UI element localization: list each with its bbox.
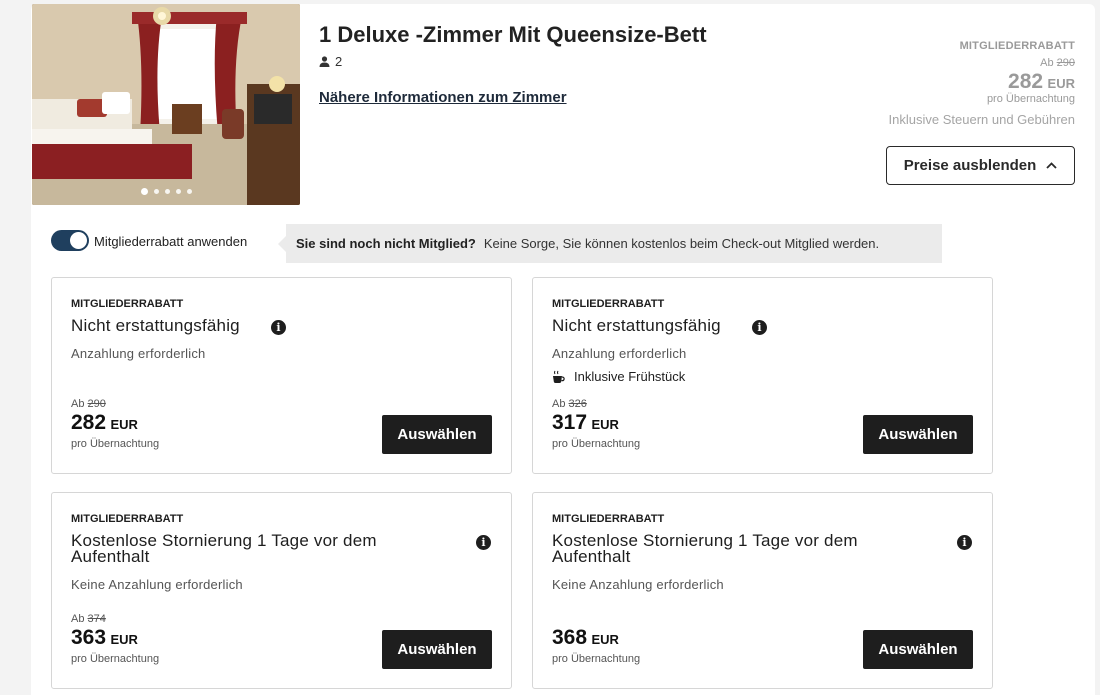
photo-dot[interactable]	[164, 189, 170, 194]
rate-from-price: Ab 374	[71, 613, 106, 625]
from-label: Ab	[552, 398, 566, 410]
member-discount-toggle[interactable]	[51, 230, 89, 251]
rate-price: 368 EUR	[552, 626, 619, 650]
room-info-link[interactable]: Nähere Informationen zum Zimmer	[319, 89, 567, 106]
price-currency: EUR	[110, 417, 138, 432]
price-amount: 317	[552, 411, 588, 434]
info-icon[interactable]: i	[476, 535, 491, 550]
rate-card: MITGLIEDERRABATT Nicht erstattungsfähig …	[51, 277, 512, 474]
rate-price: 317 EUR	[552, 411, 619, 435]
rate-badge: MITGLIEDERRABATT	[71, 298, 184, 310]
old-price: 290	[87, 398, 106, 410]
hide-prices-label: Preise ausblenden	[903, 157, 1037, 174]
from-label: Ab	[71, 398, 85, 410]
photo-dot[interactable]	[175, 189, 181, 194]
rate-price: 363 EUR	[71, 626, 138, 650]
rate-subtitle: Anzahlung erforderlich	[552, 346, 687, 361]
rate-card: MITGLIEDERRABATT Nicht erstattungsfähig …	[532, 277, 993, 474]
photo-dot[interactable]	[153, 189, 159, 194]
rate-title: Nicht erstattungsfähig	[552, 316, 721, 335]
rate-title: Kostenlose Stornierung 1 Tage vor dem Au…	[552, 531, 858, 566]
price-currency: EUR	[110, 632, 138, 647]
info-icon[interactable]: i	[271, 320, 286, 335]
info-icon[interactable]: i	[957, 535, 972, 550]
rate-from-price: Ab 326	[552, 398, 587, 410]
breakfast-label: Inklusive Frühstück	[574, 369, 686, 384]
rate-subtitle: Anzahlung erforderlich	[71, 346, 206, 361]
guest-count: 2	[319, 54, 342, 69]
photo-dot[interactable]	[186, 189, 192, 194]
rate-badge: MITGLIEDERRABATT	[552, 513, 665, 525]
price-currency: EUR	[591, 632, 619, 647]
price-summary: MITGLIEDERRABATT Ab 290 282 EUR pro Über…	[889, 40, 1075, 127]
price-currency: EUR	[591, 417, 619, 432]
per-night-label: pro Übernachtung	[986, 93, 1075, 105]
room-photo-image	[32, 4, 300, 205]
from-label: Ab	[71, 613, 85, 625]
rate-card: MITGLIEDERRABATT Kostenlose Stornierung …	[532, 492, 993, 689]
membership-notice: Sie sind noch nicht Mitglied? Keine Sorg…	[278, 224, 942, 263]
member-discount-toggle-label: Mitgliederrabatt anwenden	[94, 234, 248, 249]
select-rate-button[interactable]: Auswählen	[863, 415, 973, 454]
breakfast-included: Inklusive Frühstück	[552, 369, 685, 384]
coffee-cup-icon	[553, 370, 565, 383]
from-label: Ab	[1040, 57, 1054, 69]
notice-text: Keine Sorge, Sie können kostenlos beim C…	[483, 236, 880, 251]
old-price: 290	[1056, 57, 1075, 69]
rate-price: 282 EUR	[71, 411, 138, 435]
select-rate-button[interactable]: Auswählen	[382, 630, 492, 669]
notice-heading: Sie sind noch nicht Mitglied?	[296, 236, 476, 251]
toggle-knob	[70, 232, 87, 249]
rate-title: Nicht erstattungsfähig	[71, 316, 240, 335]
rate-subtitle: Keine Anzahlung erforderlich	[71, 577, 243, 592]
rate-badge: MITGLIEDERRABATT	[552, 298, 665, 310]
from-price: Ab 290	[889, 57, 1075, 69]
rate-from-price: Ab 290	[71, 398, 106, 410]
price-amount: 363	[71, 626, 107, 649]
per-night-label: pro Übernachtung	[552, 653, 641, 665]
old-price: 374	[87, 613, 106, 625]
taxes-note: Inklusive Steuern und Gebühren	[888, 112, 1075, 127]
per-night-label: pro Übernachtung	[71, 653, 160, 665]
select-rate-button[interactable]: Auswählen	[382, 415, 492, 454]
chevron-up-icon	[1046, 162, 1057, 169]
select-rate-button[interactable]: Auswählen	[863, 630, 973, 669]
member-discount-badge: MITGLIEDERRABATT	[959, 40, 1075, 52]
person-icon	[319, 56, 330, 67]
price-amount: 282	[1008, 70, 1044, 93]
rate-card: MITGLIEDERRABATT Kostenlose Stornierung …	[51, 492, 512, 689]
room-title: 1 Deluxe -Zimmer Mit Queensize-Bett	[319, 22, 707, 47]
rate-subtitle: Keine Anzahlung erforderlich	[552, 577, 724, 592]
current-price: 282 EUR	[889, 70, 1075, 94]
per-night-label: pro Übernachtung	[552, 438, 641, 450]
per-night-label: pro Übernachtung	[71, 438, 160, 450]
photo-pagination[interactable]	[32, 188, 300, 195]
info-icon[interactable]: i	[752, 320, 767, 335]
price-currency: EUR	[1047, 76, 1075, 91]
rate-title: Kostenlose Stornierung 1 Tage vor dem Au…	[71, 531, 377, 566]
rate-badge: MITGLIEDERRABATT	[71, 513, 184, 525]
room-photo[interactable]	[32, 4, 300, 205]
guest-count-value: 2	[335, 54, 343, 69]
photo-dot[interactable]	[140, 188, 148, 195]
price-amount: 282	[71, 411, 107, 434]
hide-prices-button[interactable]: Preise ausblenden	[886, 146, 1075, 185]
old-price: 326	[568, 398, 587, 410]
price-amount: 368	[552, 626, 588, 649]
